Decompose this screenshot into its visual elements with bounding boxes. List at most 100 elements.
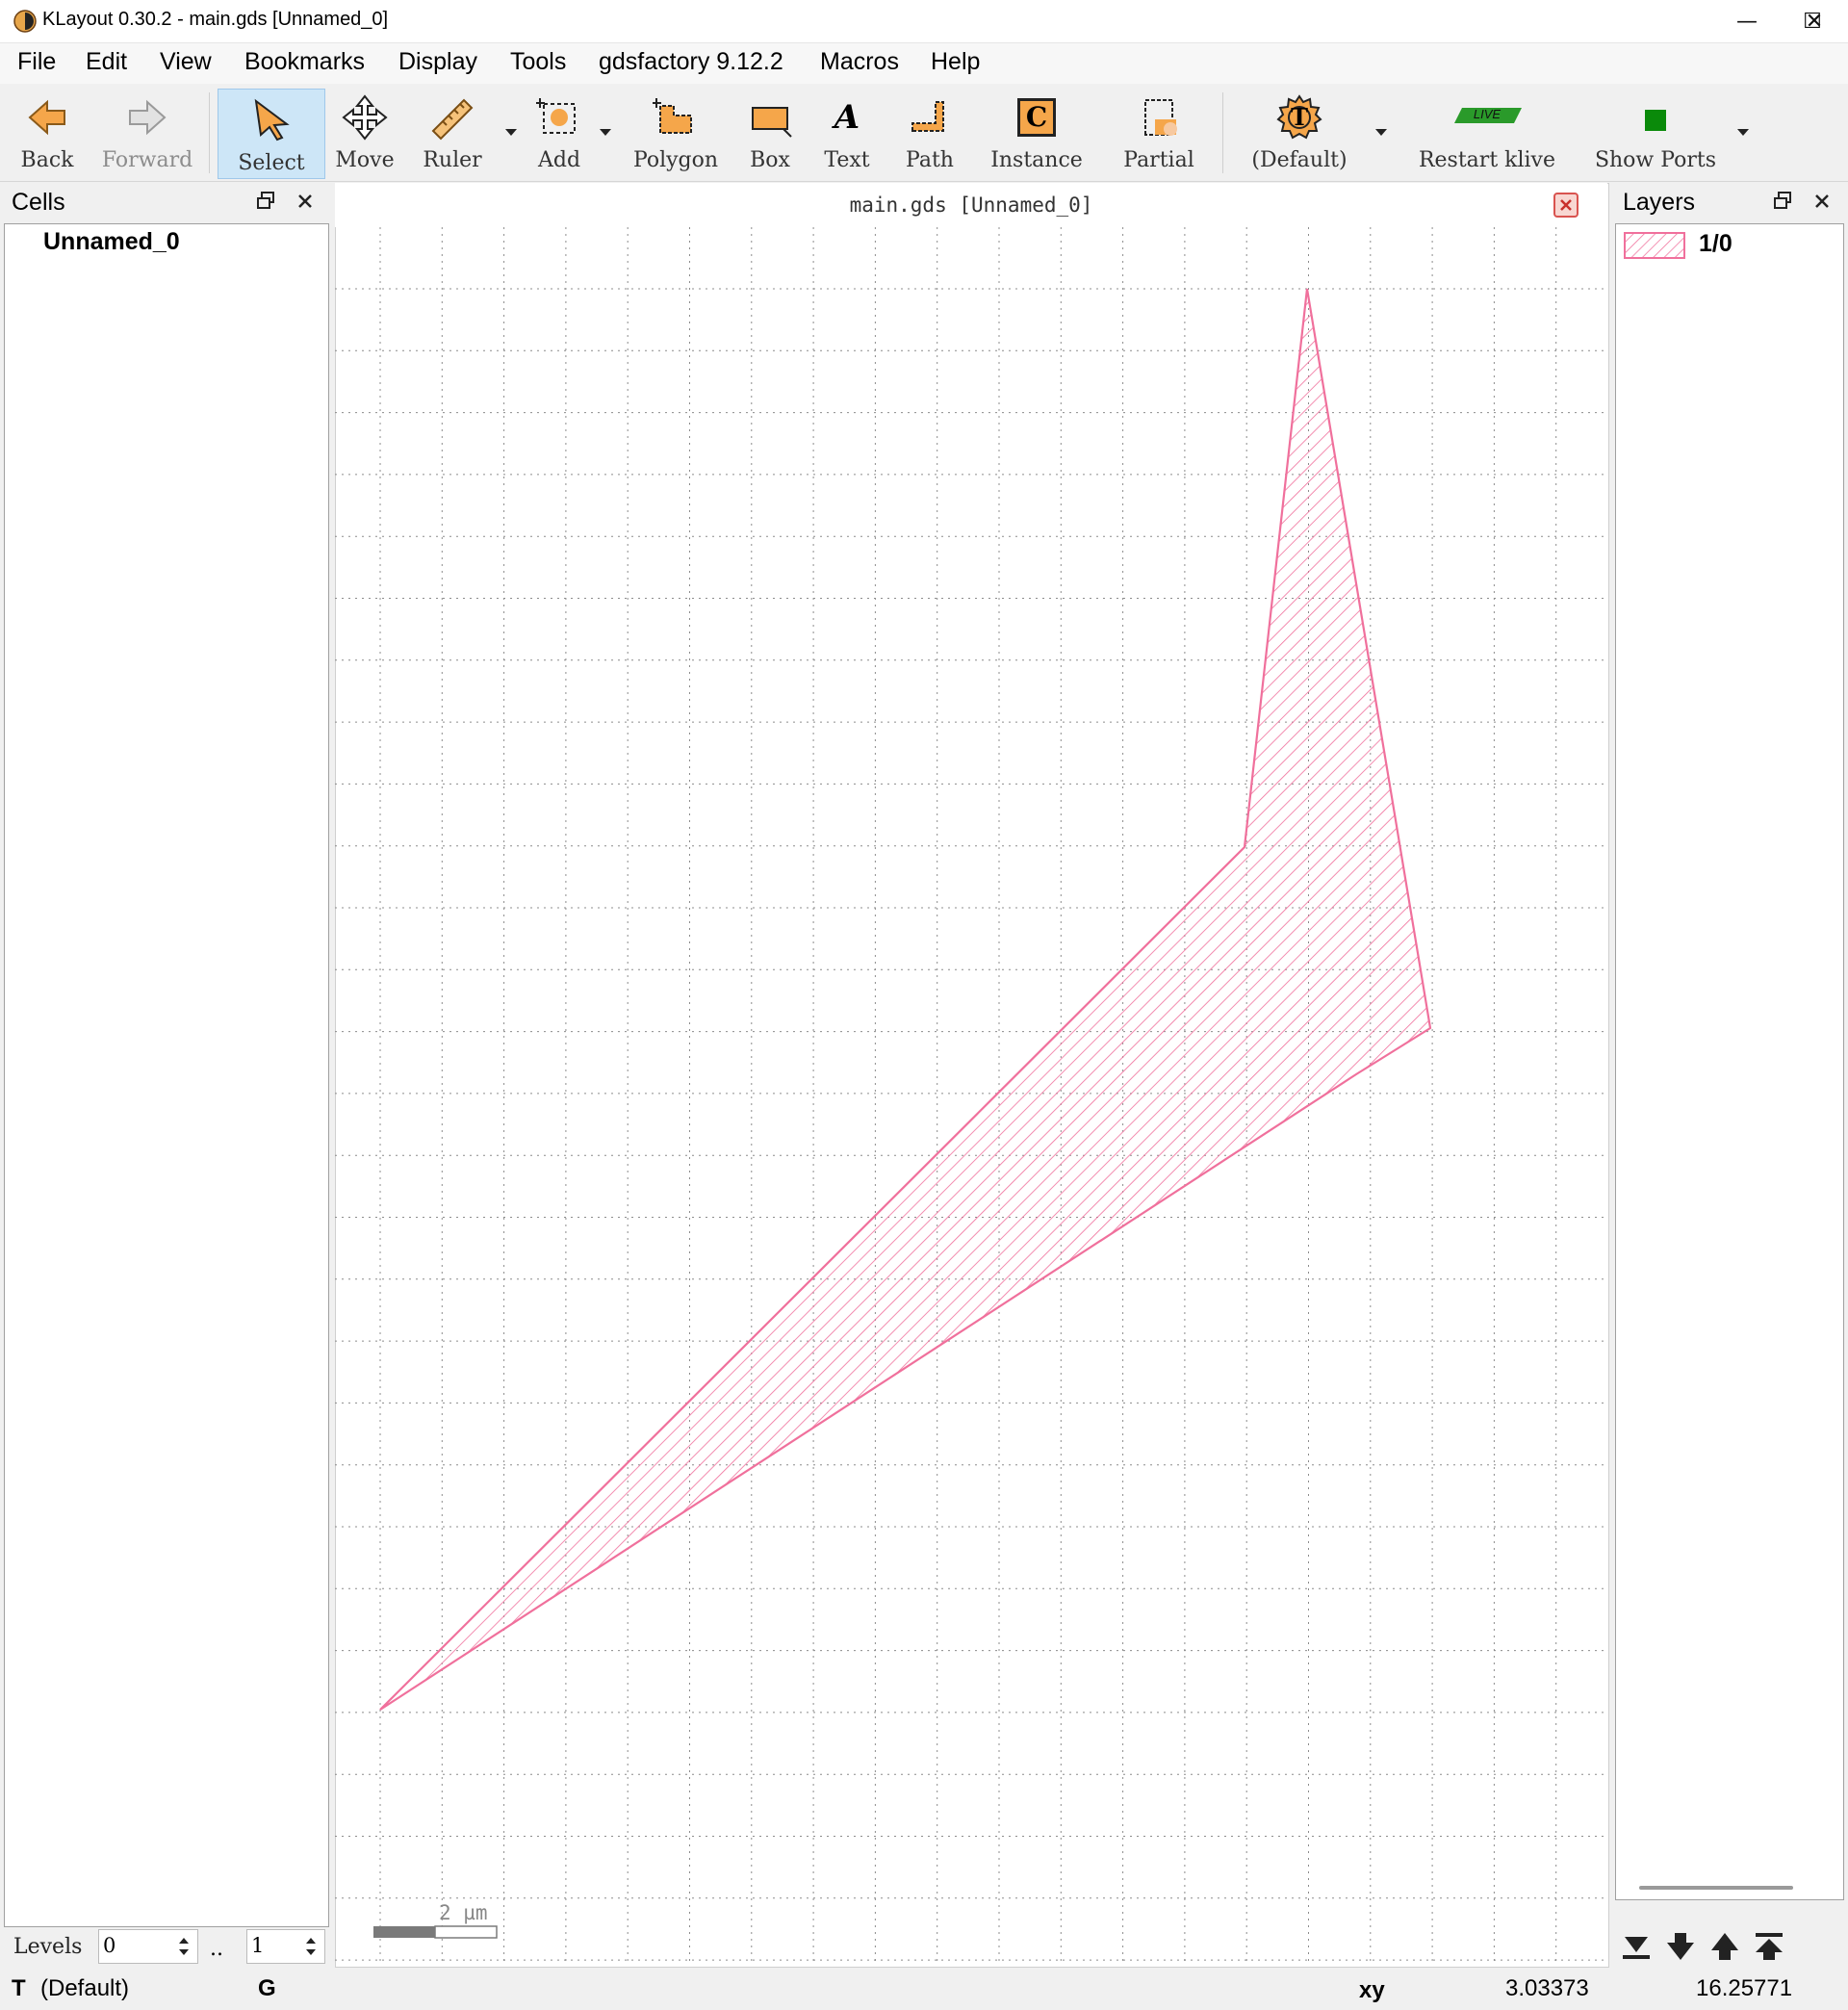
layer-item-1-0[interactable]: 1/0 — [1620, 228, 1839, 263]
coord-y: 16.25771 — [1696, 1975, 1793, 2001]
text-tool-button[interactable]: A Text — [812, 89, 882, 177]
instance-tool-button[interactable]: C Instance — [984, 89, 1090, 177]
move-up-icon[interactable] — [1706, 1927, 1744, 1966]
partial-edit-icon — [1144, 99, 1177, 136]
toolbar-separator — [209, 92, 210, 173]
toolbar-separator — [1222, 92, 1223, 173]
cells-tree: Unnamed_0 — [4, 223, 329, 1927]
level-to-spinbox[interactable]: 1 — [246, 1929, 325, 1964]
layer-1-0-polygon[interactable] — [379, 288, 1432, 1711]
menu-edit[interactable]: Edit — [86, 48, 127, 76]
dot-grid — [335, 227, 1607, 1966]
coord-x: 3.03373 — [1505, 1975, 1589, 2001]
levels-separator: .. — [210, 1937, 223, 1961]
add-dropdown-arrow[interactable] — [600, 129, 611, 136]
status-mode: (Default) — [40, 1975, 130, 2001]
ruler-icon — [431, 98, 474, 141]
grid-flag: G — [258, 1975, 276, 2001]
cells-float-icon[interactable] — [256, 191, 275, 210]
ruler-dropdown-arrow[interactable] — [505, 129, 517, 136]
forward-label: Forward — [101, 148, 193, 172]
forward-arrow-icon — [129, 99, 167, 136]
canvas-close-icon[interactable] — [1553, 193, 1578, 218]
select-cursor-icon — [254, 98, 290, 142]
menu-help[interactable]: Help — [931, 48, 980, 76]
technology-dropdown-arrow[interactable] — [1375, 129, 1387, 136]
polygon-icon — [653, 98, 692, 134]
cell-item-unnamed-0[interactable]: Unnamed_0 — [43, 228, 180, 256]
layer-name: 1/0 — [1699, 230, 1732, 257]
menu-view[interactable]: View — [160, 48, 212, 76]
move-to-bottom-icon[interactable] — [1617, 1927, 1656, 1966]
layers-list: 1/0 — [1615, 223, 1844, 1900]
live-icon: LIVE — [1449, 106, 1526, 125]
ports-dropdown-arrow[interactable] — [1737, 129, 1749, 136]
move-tool-button[interactable]: Move — [331, 89, 398, 177]
minimize-icon: — — [1736, 9, 1758, 34]
menu-display[interactable]: Display — [398, 48, 477, 76]
show-ports-button[interactable]: Show Ports — [1584, 89, 1727, 177]
scale-bar: 2 µm — [373, 1901, 498, 1939]
level-to-stepper-icon[interactable] — [303, 1934, 319, 1959]
levels-label: Levels — [13, 1935, 83, 1959]
text-label: Text — [824, 148, 870, 172]
polygon-tool-button[interactable]: Polygon — [629, 89, 722, 177]
move-to-top-icon[interactable] — [1750, 1927, 1788, 1966]
layers-scrollbar[interactable] — [1639, 1886, 1793, 1890]
add-instance-icon — [536, 98, 576, 134]
green-square-icon — [1645, 110, 1666, 131]
move-arrows-icon — [342, 94, 388, 141]
add-label: Add — [537, 148, 581, 172]
klayout-app-icon — [13, 10, 37, 33]
level-from-value: 0 — [103, 1934, 116, 1957]
partial-tool-button[interactable]: Partial — [1111, 89, 1207, 177]
close-window-button[interactable]: ✕ — [1781, 0, 1848, 42]
layers-close-icon[interactable] — [1813, 193, 1831, 210]
menu-tools[interactable]: Tools — [510, 48, 566, 76]
scale-bar-filled — [373, 1926, 435, 1938]
menu-macros[interactable]: Macros — [820, 48, 899, 76]
layers-panel-title: Layers — [1623, 189, 1696, 216]
live-badge-text: LIVE — [1473, 107, 1502, 121]
close-icon: ✕ — [1805, 9, 1824, 34]
move-down-icon[interactable] — [1661, 1927, 1700, 1966]
path-label: Path — [906, 148, 954, 172]
minimize-button[interactable]: — — [1713, 0, 1781, 42]
add-tool-button[interactable]: Add — [526, 89, 593, 177]
scale-bar-label: 2 µm — [439, 1901, 488, 1924]
ruler-label: Ruler — [423, 148, 482, 172]
partial-label: Partial — [1123, 148, 1194, 172]
default-label: (Default) — [1251, 148, 1348, 172]
select-tool-button[interactable]: Select — [218, 89, 325, 179]
show-ports-label: Show Ports — [1594, 148, 1717, 172]
move-label: Move — [335, 148, 395, 172]
level-to-value: 1 — [251, 1934, 265, 1957]
layer-order-buttons — [1617, 1927, 1788, 1966]
forward-button[interactable]: Forward — [96, 89, 198, 177]
path-tool-button[interactable]: Path — [893, 89, 966, 177]
level-from-spinbox[interactable]: 0 — [98, 1929, 198, 1964]
cells-close-icon[interactable] — [296, 193, 314, 210]
level-from-stepper-icon[interactable] — [176, 1934, 192, 1959]
select-label: Select — [238, 151, 305, 175]
back-button[interactable]: Back — [8, 89, 87, 177]
default-technology-button[interactable]: T (Default) — [1242, 89, 1357, 177]
cells-panel-title: Cells — [12, 189, 65, 216]
back-arrow-icon — [28, 99, 65, 136]
ruler-tool-button[interactable]: Ruler — [412, 89, 493, 177]
layout-view[interactable]: 2 µm — [335, 227, 1607, 1966]
menu-gdsfactory[interactable]: gdsfactory 9.12.2 — [599, 48, 783, 76]
menu-bookmarks[interactable]: Bookmarks — [244, 48, 365, 76]
layers-float-icon[interactable] — [1773, 191, 1792, 210]
text-icon: A — [834, 98, 860, 137]
polygon-label: Polygon — [632, 148, 719, 172]
back-label: Back — [20, 148, 74, 172]
instance-icon: C — [1017, 98, 1056, 137]
restart-klive-button[interactable]: LIVE Restart klive — [1403, 89, 1571, 177]
box-icon — [752, 107, 792, 138]
box-tool-button[interactable]: Box — [735, 89, 805, 177]
menu-file[interactable]: File — [17, 48, 56, 76]
technology-glyph: T — [1291, 103, 1308, 131]
layer-swatch-icon — [1624, 232, 1685, 259]
scale-bar-empty — [434, 1925, 498, 1939]
